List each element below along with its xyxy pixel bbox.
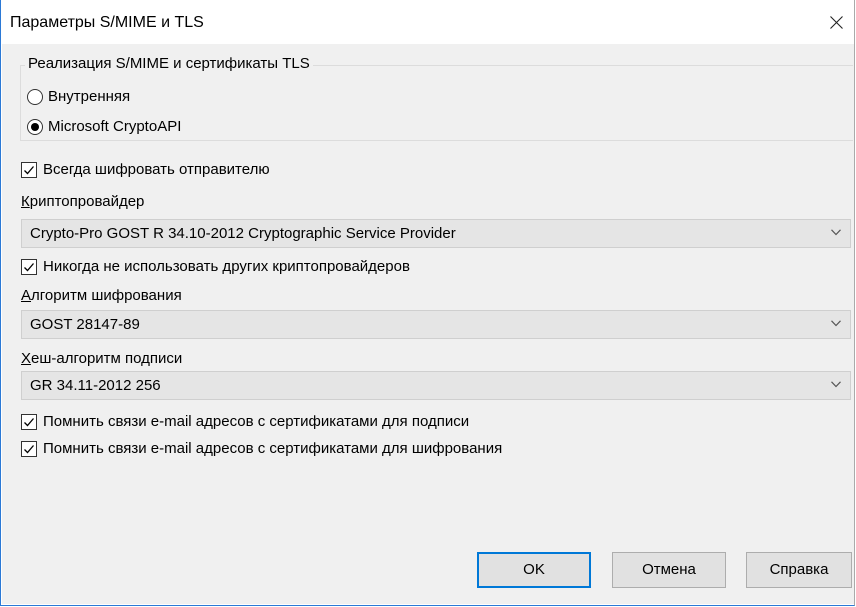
hash-label-mnemonic: Х bbox=[21, 350, 32, 367]
checkbox-box[interactable] bbox=[21, 259, 37, 275]
chevron-down-icon[interactable] bbox=[831, 381, 841, 388]
close-button[interactable] bbox=[808, 0, 854, 44]
checkbox-always-encrypt[interactable]: Всегда шифровать отправителю bbox=[21, 161, 270, 179]
window-title: Параметры S/MIME и TLS bbox=[10, 14, 204, 31]
ok-button[interactable]: OK bbox=[477, 552, 591, 588]
close-icon bbox=[830, 16, 843, 29]
provider-label-rest: риптопровайдер bbox=[29, 193, 145, 210]
encryption-algorithm-dropdown[interactable]: GOST 28147-89 bbox=[21, 310, 851, 339]
radio-internal-label: Внутренняя bbox=[48, 88, 131, 105]
encryption-algorithm-label: Алгоритм шифрования bbox=[21, 287, 182, 305]
radio-cryptoapi[interactable]: Microsoft CryptoAPI bbox=[27, 118, 181, 136]
checkbox-box[interactable] bbox=[21, 441, 37, 457]
dialog-body: Реализация S/MIME и сертификаты TLS Внут… bbox=[2, 44, 854, 604]
checkmark-icon bbox=[24, 166, 34, 175]
radio-button[interactable] bbox=[27, 89, 43, 105]
checkbox-box[interactable] bbox=[21, 162, 37, 178]
hash-algorithm-label: Хеш-алгоритм подписи bbox=[21, 350, 182, 368]
provider-dropdown[interactable]: Crypto-Pro GOST R 34.10-2012 Cryptograph… bbox=[21, 219, 851, 248]
checkbox-never-other-providers[interactable]: Никогда не использовать других криптопро… bbox=[21, 258, 410, 276]
checkmark-icon bbox=[24, 418, 34, 427]
chevron-down-icon[interactable] bbox=[831, 320, 841, 327]
checkbox-remember-encrypt-label: Помнить связи e-mail адресов с сертифика… bbox=[43, 440, 503, 457]
checkbox-never-other-label: Никогда не использовать других криптопро… bbox=[43, 258, 410, 275]
dialog-window: Параметры S/MIME и TLS Реализация S/MIME… bbox=[0, 0, 855, 606]
group-caption: Реализация S/MIME и сертификаты TLS bbox=[25, 55, 313, 73]
radio-button-selected[interactable] bbox=[27, 119, 43, 135]
checkmark-icon bbox=[24, 263, 34, 272]
radio-internal[interactable]: Внутренняя bbox=[27, 88, 130, 106]
provider-label: Криптопровайдер bbox=[21, 193, 144, 211]
provider-label-mnemonic: К bbox=[21, 193, 30, 210]
cancel-button[interactable]: Отмена bbox=[612, 552, 726, 588]
checkbox-always-encrypt-label: Всегда шифровать отправителю bbox=[43, 161, 270, 178]
encryption-label-rest: лгоритм шифрования bbox=[31, 287, 182, 304]
radio-cryptoapi-label: Microsoft CryptoAPI bbox=[48, 118, 182, 135]
checkbox-remember-sign[interactable]: Помнить связи e-mail адресов с сертифика… bbox=[21, 413, 469, 431]
chevron-down-icon[interactable] bbox=[831, 229, 841, 236]
checkbox-remember-sign-label: Помнить связи e-mail адресов с сертифика… bbox=[43, 413, 470, 430]
provider-value: Crypto-Pro GOST R 34.10-2012 Cryptograph… bbox=[30, 225, 456, 242]
encryption-label-mnemonic: А bbox=[21, 287, 32, 304]
checkbox-box[interactable] bbox=[21, 414, 37, 430]
help-button[interactable]: Справка bbox=[746, 552, 852, 588]
encryption-algorithm-value: GOST 28147-89 bbox=[30, 316, 140, 333]
hash-algorithm-dropdown[interactable]: GR 34.11-2012 256 bbox=[21, 371, 851, 400]
hash-algorithm-value: GR 34.11-2012 256 bbox=[30, 377, 161, 394]
checkmark-icon bbox=[24, 445, 34, 454]
title-bar[interactable]: Параметры S/MIME и TLS bbox=[1, 0, 854, 44]
checkbox-remember-encrypt[interactable]: Помнить связи e-mail адресов с сертифика… bbox=[21, 440, 502, 458]
hash-label-rest: еш-алгоритм подписи bbox=[31, 350, 183, 367]
